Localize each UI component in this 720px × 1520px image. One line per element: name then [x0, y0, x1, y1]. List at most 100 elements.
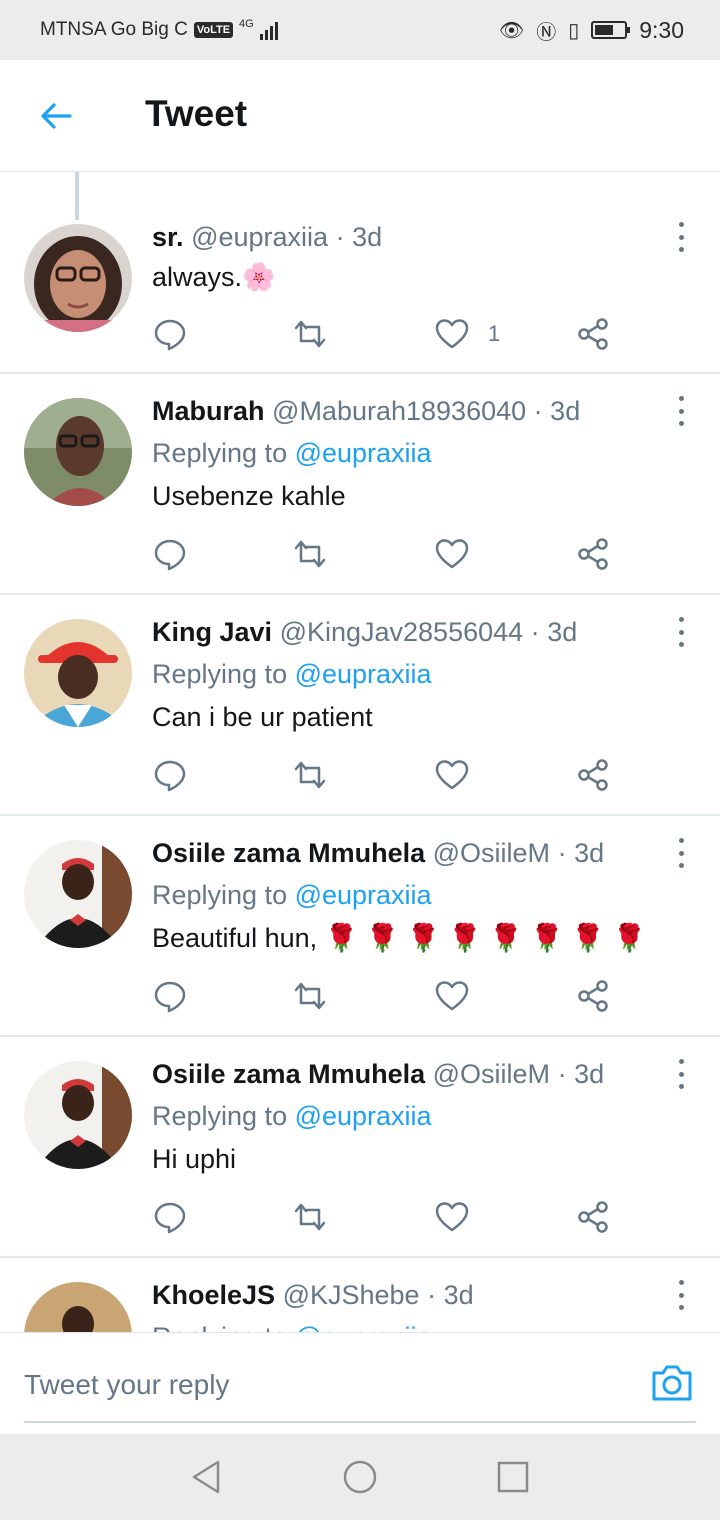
- avatar[interactable]: [24, 840, 132, 948]
- retweet-icon: [294, 982, 326, 1010]
- mention-link[interactable]: @eupraxiia: [295, 438, 432, 468]
- tweet-meta: Maburah @Maburah18936040 · 3d: [152, 394, 660, 428]
- tweet[interactable]: Maburah @Maburah18936040 · 3d Replying t…: [0, 374, 720, 595]
- tweet-time: 3d: [547, 617, 578, 647]
- author-name[interactable]: King Javi: [152, 617, 272, 647]
- tweet-meta: Osiile zama Mmuhela @OsiileM · 3d: [152, 1057, 660, 1091]
- avatar[interactable]: [24, 224, 132, 332]
- tweet[interactable]: KhoeleJS @KJShebe · 3d Replying to @eupr…: [0, 1258, 720, 1338]
- like-button[interactable]: [434, 534, 470, 574]
- like-button[interactable]: [434, 976, 470, 1016]
- tweet[interactable]: sr. @eupraxiia · 3d always.🌸 1: [0, 154, 720, 374]
- tweet-meta: sr. @eupraxiia · 3d: [152, 220, 660, 254]
- author-name[interactable]: Osiile zama Mmuhela: [152, 838, 425, 868]
- tweet-meta: Osiile zama Mmuhela @OsiileM · 3d: [152, 836, 660, 870]
- separator-dot: ·: [335, 222, 345, 252]
- tweet-time: 3d: [574, 838, 605, 868]
- replying-label: Replying to: [152, 659, 295, 689]
- like-button[interactable]: [434, 1197, 470, 1237]
- camera-icon[interactable]: [650, 1363, 694, 1403]
- avatar[interactable]: [24, 619, 132, 727]
- like-count: 1: [488, 321, 501, 346]
- more-vertical-icon[interactable]: [676, 1059, 686, 1089]
- retweet-icon: [294, 320, 326, 348]
- share-button[interactable]: [576, 314, 612, 354]
- author-handle[interactable]: @OsiileM: [433, 1059, 550, 1089]
- home-nav-icon[interactable]: [341, 1458, 379, 1496]
- mention-link[interactable]: @eupraxiia: [295, 1101, 432, 1131]
- separator-dot: ·: [557, 1059, 567, 1089]
- more-vertical-icon[interactable]: [676, 838, 686, 868]
- author-name[interactable]: Osiile zama Mmuhela: [152, 1059, 425, 1089]
- avatar[interactable]: [24, 1061, 132, 1169]
- tweet-text: Usebenze kahle: [152, 481, 346, 511]
- tweet[interactable]: Osiile zama Mmuhela @OsiileM · 3d Replyi…: [0, 1037, 720, 1258]
- author-handle[interactable]: @KingJav28556044: [280, 617, 524, 647]
- like-button[interactable]: [434, 755, 470, 795]
- retweet-button[interactable]: [292, 755, 328, 795]
- avatar[interactable]: [24, 398, 132, 506]
- comment-icon: [154, 760, 186, 792]
- signal-icon: [259, 20, 278, 40]
- replying-to: Replying to @eupraxiia: [152, 657, 660, 691]
- heart-icon: [435, 1202, 469, 1232]
- retweet-button[interactable]: [292, 1197, 328, 1237]
- tweet-text: Beautiful hun, 🌹 🌹 🌹 🌹 🌹 🌹 🌹 🌹: [152, 923, 647, 953]
- avatar[interactable]: [24, 1282, 132, 1338]
- reply-button[interactable]: [152, 534, 188, 574]
- reply-button[interactable]: [152, 976, 188, 1016]
- reply-input-underline: [24, 1421, 696, 1423]
- mention-link[interactable]: @eupraxiia: [295, 880, 432, 910]
- share-icon: [578, 318, 608, 350]
- author-name[interactable]: Maburah: [152, 396, 265, 426]
- mention-link[interactable]: @eupraxiia: [295, 659, 432, 689]
- tweet-body: Osiile zama Mmuhela @OsiileM · 3d Replyi…: [152, 1057, 660, 1176]
- tweet[interactable]: Osiile zama Mmuhela @OsiileM · 3d Replyi…: [0, 816, 720, 1037]
- recents-nav-icon[interactable]: [494, 1458, 532, 1496]
- back-nav-icon[interactable]: [188, 1458, 226, 1496]
- arrow-left-icon[interactable]: [36, 96, 76, 136]
- more-vertical-icon[interactable]: [676, 617, 686, 647]
- share-button[interactable]: [576, 1197, 612, 1237]
- reply-button[interactable]: [152, 1197, 188, 1237]
- replying-label: Replying to: [152, 438, 295, 468]
- retweet-icon: [294, 761, 326, 789]
- retweet-button[interactable]: [292, 976, 328, 1016]
- share-button[interactable]: [576, 755, 612, 795]
- nfc-icon: Ⓝ: [536, 21, 557, 44]
- battery-icon: [591, 21, 631, 39]
- author-name[interactable]: KhoeleJS: [152, 1280, 275, 1310]
- tweet-actions: [152, 755, 632, 795]
- tweet-meta: King Javi @KingJav28556044 · 3d: [152, 615, 660, 649]
- author-handle[interactable]: @eupraxiia: [191, 222, 328, 252]
- more-vertical-icon[interactable]: [676, 222, 686, 252]
- tweet-time: 3d: [550, 396, 581, 426]
- more-vertical-icon[interactable]: [676, 396, 686, 426]
- retweet-button[interactable]: [292, 314, 328, 354]
- carrier-name: MTNSA Go Big C: [40, 19, 188, 40]
- author-handle[interactable]: @OsiileM: [433, 838, 550, 868]
- reply-button[interactable]: [152, 755, 188, 795]
- reply-input[interactable]: Tweet your reply: [24, 1369, 229, 1401]
- tweet[interactable]: King Javi @KingJav28556044 · 3d Replying…: [0, 595, 720, 816]
- author-handle[interactable]: @KJShebe: [283, 1280, 420, 1310]
- reply-button[interactable]: [152, 314, 188, 354]
- author-handle[interactable]: @Maburah18936040: [272, 396, 526, 426]
- share-button[interactable]: [576, 534, 612, 574]
- share-button[interactable]: [576, 976, 612, 1016]
- status-bar: MTNSA Go Big C VoLTE 4G 👁 Ⓝ ▯ 9:30: [0, 0, 720, 60]
- author-name[interactable]: sr.: [152, 222, 184, 252]
- tweet-time: 3d: [443, 1280, 474, 1310]
- replying-label: Replying to: [152, 1101, 295, 1131]
- heart-icon: [435, 539, 469, 569]
- more-vertical-icon[interactable]: [676, 1280, 686, 1310]
- like-button[interactable]: 1: [434, 314, 500, 354]
- comment-icon: [154, 981, 186, 1013]
- comment-icon: [154, 319, 186, 351]
- retweet-button[interactable]: [292, 534, 328, 574]
- eye-comfort-icon: 👁: [498, 19, 525, 42]
- reply-composer[interactable]: Tweet your reply: [0, 1332, 720, 1434]
- tweet-actions: [152, 534, 632, 574]
- share-icon: [578, 538, 608, 570]
- heart-icon: [435, 319, 469, 349]
